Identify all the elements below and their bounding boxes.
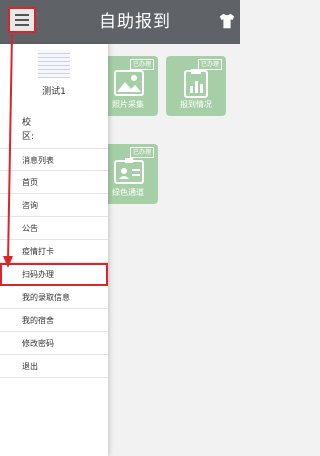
menu-item-change-password[interactable]: 修改密码 bbox=[0, 332, 108, 355]
school-label: 校 bbox=[22, 118, 32, 128]
menu-item-logout[interactable]: 退出 bbox=[0, 355, 108, 378]
photo-icon bbox=[114, 70, 144, 96]
menu-item-announcement[interactable]: 公告 bbox=[0, 217, 108, 240]
id-card-icon bbox=[114, 158, 144, 184]
hamburger-icon-line bbox=[15, 24, 29, 26]
page-title: 自助报到 bbox=[99, 12, 171, 32]
hamburger-menu-button[interactable] bbox=[8, 7, 36, 33]
main-content: 已办理 照片采集 已办理 报到情况 已办理 绿色通道 bbox=[98, 44, 240, 456]
shirt-icon[interactable] bbox=[218, 12, 236, 30]
menu-item-my-dormitory[interactable]: 我的宿舍 bbox=[0, 309, 108, 332]
school-info: 校 区: bbox=[22, 116, 102, 144]
menu-item-message-list[interactable]: 消息列表 bbox=[0, 148, 108, 171]
side-drawer: 测试1 校 区: 消息列表 首页 咨询 公告 疫情打卡 扫码办理 我的录取信息 … bbox=[0, 44, 108, 456]
avatar bbox=[38, 50, 70, 78]
card-label: 报到情况 bbox=[180, 100, 212, 109]
district-label: 区: bbox=[22, 132, 35, 142]
hamburger-icon-line bbox=[15, 19, 29, 21]
menu-item-epidemic-checkin[interactable]: 疫情打卡 bbox=[0, 240, 108, 263]
hamburger-icon-line bbox=[15, 14, 29, 16]
menu-item-admission-info[interactable]: 我的录取信息 bbox=[0, 286, 108, 309]
top-bar: 自助报到 bbox=[0, 0, 240, 44]
drawer-menu: 消息列表 首页 咨询 公告 疫情打卡 扫码办理 我的录取信息 我的宿舍 修改密码… bbox=[0, 148, 108, 378]
user-name: 测试1 bbox=[42, 87, 66, 97]
status-badge: 已办理 bbox=[129, 59, 154, 70]
clipboard-chart-icon bbox=[184, 69, 208, 98]
menu-item-home[interactable]: 首页 bbox=[0, 171, 108, 194]
menu-item-scan-code[interactable]: 扫码办理 bbox=[0, 263, 108, 286]
menu-item-consult[interactable]: 咨询 bbox=[0, 194, 108, 217]
card-registration-status[interactable]: 已办理 报到情况 bbox=[166, 56, 226, 116]
user-profile: 测试1 bbox=[0, 44, 108, 112]
status-badge: 已办理 bbox=[129, 147, 154, 158]
